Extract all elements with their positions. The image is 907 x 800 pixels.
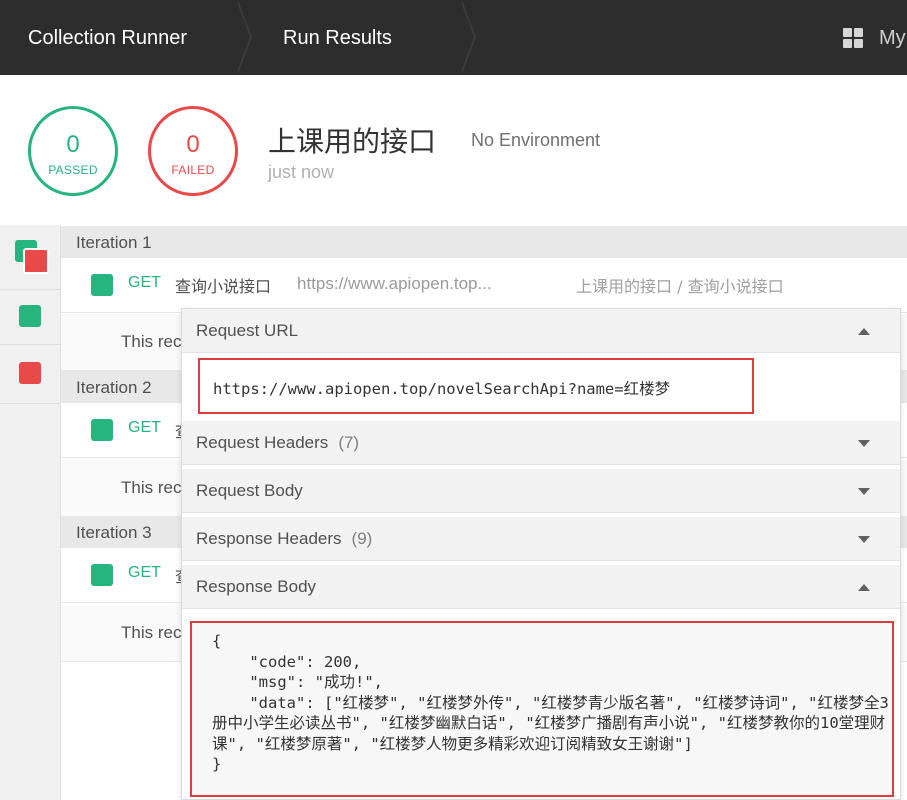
pass-status-icon bbox=[91, 564, 113, 586]
response-body-code[interactable]: { "code": 200, "msg": "成功!", "data": ["红… bbox=[212, 631, 892, 775]
request-method: GET bbox=[128, 274, 161, 291]
section-request-headers[interactable]: Request Headers (7) bbox=[182, 421, 900, 465]
pass-status-icon bbox=[91, 274, 113, 296]
passed-counter: 0 PASSED bbox=[28, 106, 118, 196]
iteration-rail bbox=[0, 225, 61, 800]
note-text: This rec bbox=[121, 623, 182, 642]
workspace-label[interactable]: My bbox=[879, 0, 906, 75]
rail-item-all[interactable] bbox=[0, 225, 60, 290]
caret-up-icon[interactable] bbox=[858, 328, 870, 335]
fail-status-icon bbox=[19, 362, 41, 384]
section-request-body[interactable]: Request Body bbox=[182, 469, 900, 513]
request-url-highlight: https://www.apiopen.top/novelSearchApi?n… bbox=[198, 358, 754, 414]
caret-down-icon[interactable] bbox=[858, 536, 870, 543]
caret-down-icon[interactable] bbox=[858, 440, 870, 447]
request-url: https://www.apiopen.top... bbox=[297, 274, 492, 293]
section-response-headers[interactable]: Response Headers (9) bbox=[182, 517, 900, 561]
note-text: This rec bbox=[121, 478, 182, 497]
response-body-highlight: { "code": 200, "msg": "成功!", "data": ["红… bbox=[190, 621, 894, 797]
collection-name: 上课用的接口 bbox=[268, 125, 437, 158]
caret-up-icon[interactable] bbox=[858, 584, 870, 591]
request-name: 查询小说接口 bbox=[175, 277, 272, 296]
breadcrumb-separator-inner bbox=[236, 0, 250, 74]
section-title-text: Request Headers bbox=[196, 433, 329, 452]
section-count: (7) bbox=[338, 433, 360, 452]
iteration-header: Iteration 1 bbox=[61, 226, 907, 258]
top-bar: Collection Runner Run Results My bbox=[0, 0, 907, 75]
rail-item-passed[interactable] bbox=[0, 290, 60, 345]
section-title: Request URL bbox=[196, 321, 299, 340]
rail-item-failed[interactable] bbox=[0, 345, 60, 404]
caret-down-icon[interactable] bbox=[858, 488, 870, 495]
breadcrumb-separator-inner bbox=[460, 0, 474, 74]
section-title-text: Response Headers bbox=[196, 529, 342, 548]
pass-status-icon bbox=[19, 305, 41, 327]
passed-count: 0 bbox=[66, 131, 80, 158]
request-method: GET bbox=[128, 564, 161, 581]
section-title: Request Body bbox=[196, 481, 303, 500]
request-path: 上课用的接口 / 查询小说接口 bbox=[576, 277, 784, 296]
run-time: just now bbox=[268, 162, 335, 182]
breadcrumb-run-results[interactable]: Run Results bbox=[283, 0, 392, 75]
request-url-value[interactable]: https://www.apiopen.top/novelSearchApi?n… bbox=[213, 377, 670, 399]
pass-status-icon bbox=[91, 419, 113, 441]
breadcrumb-collection-runner[interactable]: Collection Runner bbox=[28, 0, 187, 75]
fail-status-icon bbox=[23, 248, 49, 274]
request-row[interactable]: GET 查询小说接口 https://www.apiopen.top... 上课… bbox=[61, 258, 907, 313]
failed-count: 0 bbox=[186, 131, 200, 158]
section-title: Request Headers (7) bbox=[196, 433, 359, 453]
section-count: (9) bbox=[351, 529, 373, 548]
failed-label: FAILED bbox=[171, 163, 215, 177]
section-title: Response Body bbox=[196, 577, 317, 596]
section-title: Response Headers (9) bbox=[196, 529, 372, 549]
note-text: This rec bbox=[121, 332, 182, 351]
failed-counter: 0 FAILED bbox=[148, 106, 238, 196]
grid-icon[interactable] bbox=[843, 28, 863, 48]
request-details-popover: Request URL https://www.apiopen.top/nove… bbox=[181, 308, 901, 800]
environment-label: No Environment bbox=[471, 130, 601, 150]
request-method: GET bbox=[128, 419, 161, 436]
section-request-url[interactable]: Request URL bbox=[182, 309, 900, 353]
section-response-body[interactable]: Response Body bbox=[182, 565, 900, 609]
passed-label: PASSED bbox=[48, 163, 98, 177]
